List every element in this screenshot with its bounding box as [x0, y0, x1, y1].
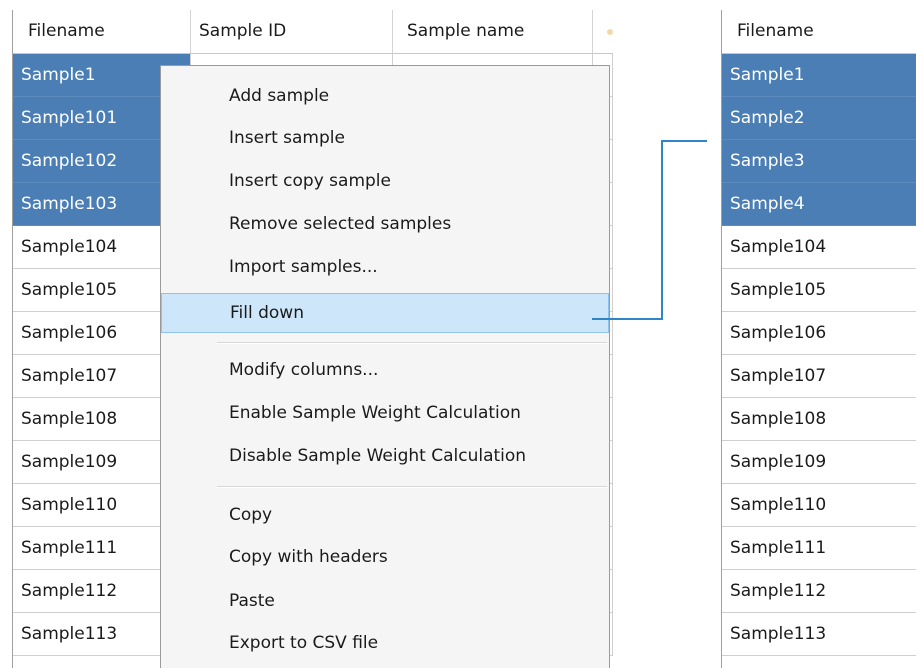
menu-item-enable-sample-weight[interactable]: Enable Sample Weight Calculation — [161, 392, 609, 434]
menu-item-paste[interactable]: Paste — [161, 580, 609, 622]
menu-item-copy[interactable]: Copy — [161, 494, 609, 536]
column-header-next[interactable] — [593, 10, 613, 53]
column-header-sample-id[interactable]: Sample ID — [191, 10, 393, 53]
grid-header: Filename — [722, 10, 916, 54]
table-row[interactable]: Sample110 — [722, 484, 916, 527]
menu-item-fill-down[interactable]: Fill down — [161, 293, 609, 333]
connector-line-horizontal — [592, 318, 663, 320]
table-row[interactable]: Sample105 — [722, 269, 916, 312]
column-header-filename[interactable]: Filename — [722, 10, 916, 53]
filename-cell[interactable]: Sample4 — [722, 183, 916, 226]
table-row[interactable]: Sample104 — [722, 226, 916, 269]
filename-cell[interactable]: Sample112 — [722, 570, 916, 613]
table-row[interactable]: Sample106 — [722, 312, 916, 355]
table-row[interactable]: Sample3 — [722, 140, 916, 183]
context-menu: Add sample Insert sample Insert copy sam… — [160, 65, 610, 668]
column-header-filename[interactable]: Filename — [13, 10, 191, 53]
menu-item-insert-copy-sample[interactable]: Insert copy sample — [161, 160, 609, 202]
connector-line-top — [661, 140, 707, 142]
menu-separator — [217, 342, 607, 344]
table-row[interactable]: Sample113 — [722, 613, 916, 656]
table-row[interactable]: Sample111 — [722, 527, 916, 570]
filename-cell[interactable]: Sample2 — [722, 97, 916, 140]
filename-cell[interactable]: Sample108 — [722, 398, 916, 441]
menu-item-disable-sample-weight[interactable]: Disable Sample Weight Calculation — [161, 435, 609, 477]
filename-cell[interactable]: Sample107 — [722, 355, 916, 398]
column-header-edge-icon — [607, 29, 613, 35]
menu-item-modify-columns[interactable]: Modify columns... — [161, 349, 609, 391]
filename-cell[interactable]: Sample106 — [722, 312, 916, 355]
filename-cell[interactable]: Sample109 — [722, 441, 916, 484]
filename-cell[interactable]: Sample1 — [722, 54, 916, 97]
filename-cell[interactable]: Sample3 — [722, 140, 916, 183]
menu-item-import-samples[interactable]: Import samples... — [161, 246, 609, 288]
menu-item-insert-sample[interactable]: Insert sample — [161, 117, 609, 159]
grid-header: Filename Sample ID Sample name — [13, 10, 613, 54]
column-header-sample-name[interactable]: Sample name — [393, 10, 593, 53]
filename-cell[interactable]: Sample111 — [722, 527, 916, 570]
menu-item-export-csv[interactable]: Export to CSV file — [161, 622, 609, 664]
menu-item-add-sample[interactable]: Add sample — [161, 75, 609, 117]
menu-item-remove-selected-samples[interactable]: Remove selected samples — [161, 203, 609, 245]
filename-cell[interactable]: Sample105 — [722, 269, 916, 312]
filename-cell[interactable]: Sample104 — [722, 226, 916, 269]
filename-cell[interactable]: Sample110 — [722, 484, 916, 527]
table-row[interactable]: Sample1 — [722, 54, 916, 97]
table-row[interactable]: Sample2 — [722, 97, 916, 140]
table-row[interactable]: Sample107 — [722, 355, 916, 398]
table-row[interactable]: Sample109 — [722, 441, 916, 484]
filename-cell[interactable]: Sample113 — [722, 613, 916, 656]
table-row[interactable]: Sample112 — [722, 570, 916, 613]
sample-grid-after: Filename Sample1 Sample2 Sample3 Sample4 Sam… — [721, 10, 916, 668]
table-row[interactable]: Sample108 — [722, 398, 916, 441]
menu-item-copy-with-headers[interactable]: Copy with headers — [161, 536, 609, 578]
connector-line-vertical — [661, 140, 663, 320]
table-row[interactable]: Sample4 — [722, 183, 916, 226]
menu-separator — [217, 486, 607, 488]
